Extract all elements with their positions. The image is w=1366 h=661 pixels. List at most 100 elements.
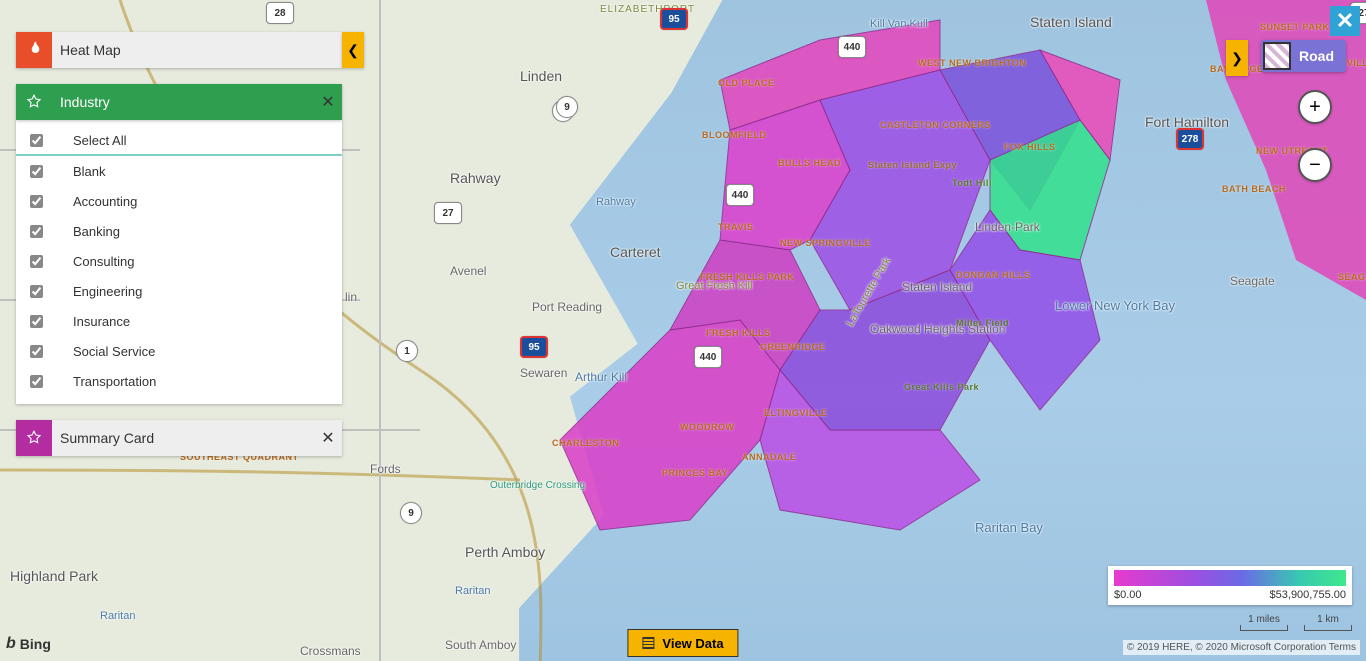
nbhd-castleton: CASTLETON CORNERS (880, 120, 991, 130)
label-rahway: Rahway (450, 170, 501, 186)
label-linden: Linden (520, 68, 562, 84)
color-legend: $0.00 $53,900,755.00 (1108, 566, 1352, 605)
panel-summary-card[interactable]: Summary Card ✕ (16, 420, 342, 456)
choropleth-overlay (520, 10, 1160, 580)
star-icon (16, 420, 52, 456)
filter-item[interactable]: Social Service (16, 336, 342, 366)
label-south-amboy: South Amboy (445, 638, 516, 652)
label-raritan-bay: Raritan Bay (975, 520, 1043, 535)
filter-select-all[interactable]: Select All (16, 126, 342, 156)
label-oakwood: Oakwood Heights Station (870, 322, 950, 336)
legend-max: $53,900,755.00 (1270, 589, 1346, 601)
label-staten-island: Staten Island (1030, 14, 1112, 30)
checkbox[interactable] (30, 195, 43, 208)
nbhd-woodrow: WOODROW (680, 422, 735, 432)
panel-industry[interactable]: Industry ✕ (16, 84, 342, 120)
industry-filter-list: Select All Blank Accounting Banking Cons… (16, 120, 342, 404)
zoom-controls: + − (1298, 90, 1332, 182)
nbhd-seagate: SEAGATE (1338, 272, 1366, 282)
close-map-button[interactable]: ✕ (1330, 6, 1360, 36)
map-attribution[interactable]: © 2019 HERE, © 2020 Microsoft Corporatio… (1123, 640, 1360, 655)
shield-28: 28 (266, 2, 294, 24)
nbhd-bath-beach: BATH BEACH (1222, 184, 1286, 194)
flame-icon (16, 32, 52, 68)
checkbox[interactable] (30, 225, 43, 238)
star-icon (16, 84, 52, 120)
chevron-right-icon: ❯ (1231, 50, 1243, 67)
panel-heat-map[interactable]: Heat Map (16, 32, 342, 68)
map-style-swatch-icon (1263, 42, 1291, 70)
shield-i278: 278 (1176, 128, 1204, 150)
scale-km: 1 km (1317, 614, 1339, 625)
shield-27a: 27 (434, 202, 462, 224)
legend-min: $0.00 (1114, 589, 1142, 601)
shield-440a: 440 (838, 36, 866, 58)
checkbox[interactable] (30, 345, 43, 358)
filter-item[interactable]: Accounting (16, 186, 342, 216)
legend-gradient (1114, 570, 1346, 586)
nbhd-fox-hills: FOX HILLS (1004, 142, 1056, 152)
checkbox[interactable] (30, 285, 43, 298)
filter-item[interactable]: Transportation (16, 366, 342, 396)
table-icon (642, 637, 654, 649)
nbhd-new-springville: NEW SPRINGVILLE (780, 238, 871, 248)
bing-label: Bing (20, 636, 51, 652)
panel-industry-title: Industry (52, 94, 314, 110)
filter-item[interactable]: Blank (16, 156, 342, 186)
scale-miles: 1 miles (1248, 614, 1280, 625)
close-icon[interactable]: ✕ (314, 424, 342, 452)
nbhd-bulls-head: BULLS HEAD (778, 158, 841, 168)
chevron-left-icon: ❮ (347, 42, 359, 59)
checkbox[interactable] (30, 255, 43, 268)
nbhd-annadale: ANNADALE (742, 452, 797, 462)
label-avenel: Avenel (450, 264, 486, 278)
shield-9a: 9 (556, 96, 578, 118)
checkbox-select-all[interactable] (30, 134, 43, 147)
nbhd-great-kills-park: Great Kills Park (904, 382, 954, 392)
filter-item[interactable]: Banking (16, 216, 342, 246)
map-style-label: Road (1293, 48, 1346, 64)
nbhd-si-expy: Staten Island Expy (868, 160, 957, 170)
panel-industry-wrap: Industry ✕ Select All Blank Accounting B… (16, 84, 342, 404)
filter-label: Banking (73, 224, 120, 239)
nbhd-fresh-kills-park: FRESH KILLS PARK (700, 272, 794, 282)
nbhd-charleston: CHARLESTON (552, 438, 619, 448)
label-staten-island-2: Staten Island (902, 280, 972, 294)
bing-b-icon: b (6, 635, 16, 653)
filter-item[interactable]: Engineering (16, 276, 342, 306)
panel-heat-title: Heat Map (52, 42, 342, 58)
filter-label: Consulting (73, 254, 134, 269)
filter-item[interactable]: Insurance (16, 306, 342, 336)
label-outerbridge: Outerbridge Crossing (490, 480, 585, 491)
collapse-right-tab[interactable]: ❯ (1226, 40, 1248, 76)
label-arthur-kill: Arthur Kill (575, 370, 627, 384)
filter-item[interactable]: Consulting (16, 246, 342, 276)
zoom-out-button[interactable]: − (1298, 148, 1332, 182)
nbhd-miller-field: Miller Field (956, 318, 1009, 328)
filter-label: Insurance (73, 314, 130, 329)
zoom-in-button[interactable]: + (1298, 90, 1332, 124)
label-highland-park: Highland Park (10, 568, 98, 584)
view-data-label: View Data (662, 636, 723, 651)
collapse-left-tab[interactable]: ❮ (342, 32, 364, 68)
nbhd-eltingville: ELTINGVILLE (764, 408, 827, 418)
checkbox[interactable] (30, 165, 43, 178)
label-seagate: Seagate (1230, 274, 1275, 288)
app-root: { "panels": { "heat": { "title": "Heat M… (0, 0, 1366, 661)
filter-label: Select All (73, 133, 126, 148)
close-icon[interactable]: ✕ (314, 88, 342, 116)
label-rahway-river: Rahway (596, 196, 636, 208)
label-lower-ny-bay: Lower New York Bay (1055, 298, 1175, 313)
nbhd-west-new-brighton: WEST NEW BRIGHTON (918, 58, 1026, 68)
checkbox[interactable] (30, 375, 43, 388)
shield-i95-b: 95 (520, 336, 548, 358)
filter-label: Blank (73, 164, 106, 179)
label-raritan-2: Raritan (455, 585, 490, 597)
top-right-controls: ✕ (1330, 6, 1360, 36)
checkbox[interactable] (30, 315, 43, 328)
view-data-button[interactable]: View Data (627, 629, 738, 657)
filter-label: Engineering (73, 284, 142, 299)
map-style-selector[interactable]: Road (1261, 40, 1346, 72)
label-sewaren: Sewaren (520, 366, 567, 380)
label-fords: Fords (370, 462, 401, 476)
